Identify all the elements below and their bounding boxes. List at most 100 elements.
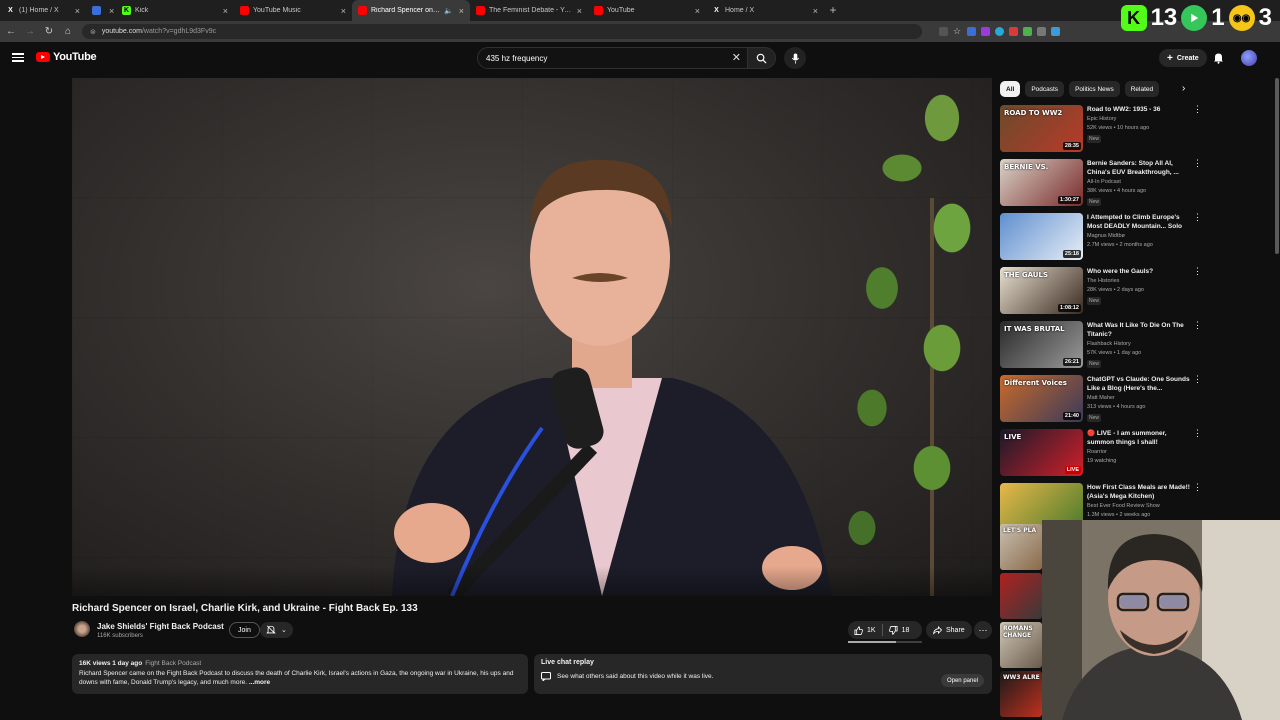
browser-tab[interactable]: K Kick ×	[116, 0, 234, 21]
reload-icon[interactable]: ↻	[44, 26, 54, 37]
video-thumbnail[interactable]: LIVE LIVE	[1000, 429, 1083, 476]
channel-name[interactable]: Jake Shields' Fight Back Podcast	[97, 622, 224, 631]
extension-icon[interactable]	[967, 27, 976, 36]
browser-tab[interactable]: X Home / X ×	[706, 0, 824, 21]
video-thumbnail[interactable]: ROMANS CHANGE	[1000, 622, 1042, 668]
video-thumbnail[interactable]: IT WAS BRUTAL 26:21	[1000, 321, 1083, 368]
video-thumbnail[interactable]: ROAD TO WW2 28:35	[1000, 105, 1083, 152]
video-thumbnail[interactable]: 25:18	[1000, 213, 1083, 260]
video-thumbnail[interactable]: Different Voices 21:40	[1000, 375, 1083, 422]
recommended-video[interactable]: IT WAS BRUTAL 26:21 What Was It Like To Di…	[1000, 321, 1205, 369]
like-button[interactable]: 1K	[848, 621, 882, 639]
recommended-video-title[interactable]: Road to WW2: 1935 - 36	[1087, 105, 1193, 114]
more-vertical-icon[interactable]: ⋮	[1193, 483, 1202, 492]
recommended-video[interactable]: BERNIE VS. 1:30:27 Bernie Sanders: Stop Al…	[1000, 159, 1205, 207]
create-button[interactable]: + Create	[1159, 49, 1207, 67]
browser-tab[interactable]: YouTube ×	[588, 0, 706, 21]
subscription-bell-button[interactable]: ⌄	[260, 622, 293, 638]
recommended-video-channel[interactable]: Matt Maher	[1087, 395, 1115, 401]
video-thumbnail[interactable]: LET'S PLA	[1000, 524, 1042, 570]
share-button[interactable]: Share	[926, 621, 972, 639]
recommended-video-title[interactable]: Who were the Gauls?	[1087, 267, 1193, 276]
close-tab-icon[interactable]: ×	[223, 6, 228, 16]
back-icon[interactable]: ←	[6, 26, 16, 37]
extension-icon[interactable]	[995, 27, 1004, 36]
search-button[interactable]	[748, 47, 776, 69]
description-box[interactable]: 16K views 1 day ago Fight Back Podcast Ri…	[72, 654, 528, 694]
filter-chip[interactable]: Podcasts	[1025, 81, 1065, 97]
join-button[interactable]: Join	[229, 622, 260, 638]
recommended-video-title[interactable]: ChatGPT vs Claude: One Sounds Like a Blo…	[1087, 375, 1193, 393]
tab-audio-icon[interactable]: 🔈	[444, 7, 453, 15]
recommended-video-channel[interactable]: The Histories	[1087, 278, 1119, 284]
extension-icon[interactable]	[981, 27, 990, 36]
recommended-video-channel[interactable]: Flashback History	[1087, 341, 1131, 347]
more-vertical-icon[interactable]: ⋮	[1193, 267, 1202, 276]
address-bar[interactable]: ⊜ youtube.com/watch?v=gdhL9d3Fv9c	[82, 24, 922, 39]
filter-chip[interactable]: Politics News	[1069, 81, 1120, 97]
recommended-video-channel[interactable]: Magnus Midtbø	[1087, 233, 1125, 239]
recommended-video-title[interactable]: What Was It Like To Die On The Titanic?	[1087, 321, 1193, 339]
close-tab-icon[interactable]: ×	[109, 6, 114, 16]
browser-tab[interactable]: The Feminist Debate - YouTube ×	[470, 0, 588, 21]
bookmark-star-icon[interactable]: ☆	[953, 27, 962, 36]
browser-tab[interactable]: ×	[86, 0, 116, 21]
site-info-icon[interactable]: ⊜	[90, 28, 96, 36]
extension-icon[interactable]	[1023, 27, 1032, 36]
page-scrollbar[interactable]	[1275, 78, 1279, 254]
video-thumbnail[interactable]	[1000, 573, 1042, 619]
video-player[interactable]	[72, 78, 992, 596]
description-tag[interactable]: Fight Back Podcast	[145, 660, 201, 667]
close-tab-icon[interactable]: ×	[75, 6, 80, 16]
clear-search-icon[interactable]: ✕	[732, 51, 741, 64]
recommended-video-channel[interactable]: Roarrior	[1087, 449, 1107, 455]
close-tab-icon[interactable]: ×	[577, 6, 582, 16]
more-vertical-icon[interactable]: ⋮	[1193, 321, 1202, 330]
video-thumbnail[interactable]: BERNIE VS. 1:30:27	[1000, 159, 1083, 206]
recommended-video-title[interactable]: Bernie Sanders: Stop All AI, China's EUV…	[1087, 159, 1193, 177]
show-more-link[interactable]: ...more	[249, 679, 270, 686]
youtube-logo[interactable]: YouTube	[36, 51, 97, 63]
browser-tab[interactable]: YouTube Music ×	[234, 0, 352, 21]
recommended-video[interactable]: 25:18 I Attempted to Climb Europe's Most …	[1000, 213, 1205, 261]
channel-avatar[interactable]	[74, 621, 90, 637]
recommended-video[interactable]: THE GAULS 1:08:12 Who were the Gauls? The H…	[1000, 267, 1205, 315]
chevron-right-icon[interactable]: ›	[1182, 83, 1185, 94]
browser-tab[interactable]: Richard Spencer on Israel, C🔈 ×	[352, 0, 470, 21]
hamburger-menu-icon[interactable]	[12, 51, 24, 63]
more-vertical-icon[interactable]: ⋮	[1193, 105, 1202, 114]
extension-icon[interactable]	[1037, 27, 1046, 36]
extension-icon[interactable]	[1009, 27, 1018, 36]
video-thumbnail[interactable]: WW3 ALRE	[1000, 671, 1042, 717]
more-actions-button[interactable]: ⋯	[974, 621, 992, 639]
close-tab-icon[interactable]: ×	[813, 6, 818, 16]
close-tab-icon[interactable]: ×	[459, 6, 464, 16]
recommended-video-title[interactable]: I Attempted to Climb Europe's Most DEADL…	[1087, 213, 1193, 231]
more-vertical-icon[interactable]: ⋮	[1193, 159, 1202, 168]
close-tab-icon[interactable]: ×	[341, 6, 346, 16]
recommended-video[interactable]: ROAD TO WW2 28:35 Road to WW2: 1935 - 36 Ep…	[1000, 105, 1205, 153]
close-tab-icon[interactable]: ×	[695, 6, 700, 16]
voice-search-button[interactable]	[784, 47, 806, 69]
recommended-video-channel[interactable]: Best Ever Food Review Show	[1087, 503, 1160, 509]
browser-tab[interactable]: X (1) Home / X ×	[0, 0, 86, 21]
open-panel-button[interactable]: Open panel	[940, 674, 984, 687]
recommended-video[interactable]: Different Voices 21:40 ChatGPT vs Claude: …	[1000, 375, 1205, 423]
recommended-video[interactable]: LIVE LIVE 🔴 LIVE - I am summoner, summon t…	[1000, 429, 1205, 477]
search-input[interactable]: 435 hz frequency ✕	[477, 47, 748, 69]
cast-icon[interactable]	[939, 27, 948, 36]
video-thumbnail[interactable]: THE GAULS 1:08:12	[1000, 267, 1083, 314]
more-vertical-icon[interactable]: ⋮	[1193, 429, 1202, 438]
more-vertical-icon[interactable]: ⋮	[1193, 213, 1202, 222]
more-vertical-icon[interactable]: ⋮	[1193, 375, 1202, 384]
recommended-video-title[interactable]: 🔴 LIVE - I am summoner, summon things I …	[1087, 429, 1193, 447]
recommended-video-channel[interactable]: All-In Podcast	[1087, 179, 1121, 185]
home-icon[interactable]: ⌂	[63, 26, 73, 37]
extension-icon[interactable]	[1051, 27, 1060, 36]
recommended-video-title[interactable]: How First Class Meals are Made!! (Asia's…	[1087, 483, 1193, 501]
dislike-button[interactable]: 18	[883, 621, 916, 639]
filter-chip[interactable]: Related	[1124, 81, 1160, 97]
recommended-video-channel[interactable]: Epic History	[1087, 116, 1116, 122]
new-tab-icon[interactable]: +	[824, 0, 842, 21]
notifications-bell-icon[interactable]	[1213, 51, 1224, 69]
